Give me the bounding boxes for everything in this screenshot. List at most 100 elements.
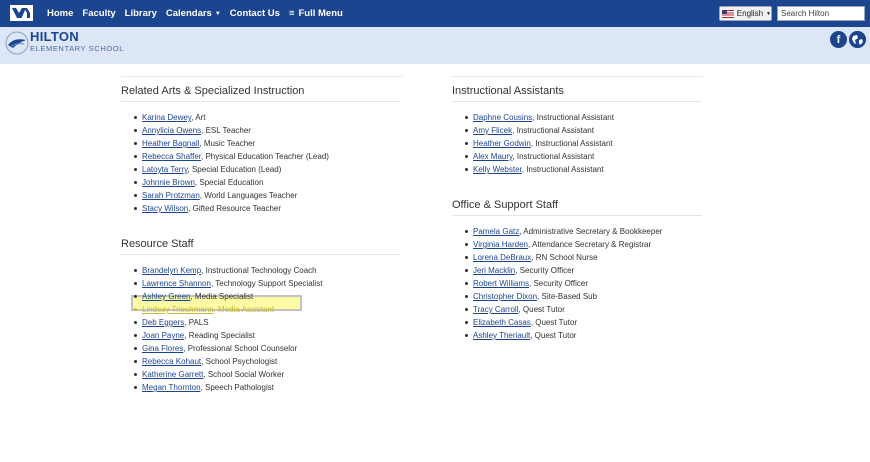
staff-list-item: Ashley Green, Media Specialist xyxy=(134,290,401,303)
nav-full-menu[interactable]: ≡ Full Menu xyxy=(289,8,343,19)
staff-role: , Administrative Secretary & Bookkeeper xyxy=(519,227,663,236)
globe-icon[interactable] xyxy=(849,31,866,48)
staff-name-link[interactable]: Heather Bagnall xyxy=(142,139,199,148)
staff-name-link[interactable]: Heather Godwin xyxy=(473,139,531,148)
staff-list-item: Tracy Carroll, Quest Tutor xyxy=(465,303,702,316)
staff-name-link[interactable]: Sarah Protzman xyxy=(142,191,200,200)
staff-role: , Special Education xyxy=(194,178,264,187)
left-column: Related Arts & Specialized Instruction K… xyxy=(121,76,401,394)
staff-role: , Security Officer xyxy=(529,279,588,288)
staff-role: , Security Officer xyxy=(515,266,575,275)
right-column: Instructional Assistants Daphne Cousins,… xyxy=(452,76,702,342)
nav-home-label: Home xyxy=(47,8,74,19)
staff-list-item: Kelly Webster, Instructional Assistant xyxy=(465,163,702,176)
nav-faculty[interactable]: Faculty xyxy=(82,8,115,19)
staff-name-link[interactable]: Amy Flicek xyxy=(473,126,512,135)
staff-list-item: Rebecca Shaffer, Physical Education Teac… xyxy=(134,150,401,163)
nav-calendars[interactable]: Calendars ▼ xyxy=(166,8,221,19)
school-name[interactable]: HILTON ELEMENTARY SCHOOL xyxy=(30,30,124,54)
staff-list-item: Gina Flores, Professional School Counsel… xyxy=(134,342,401,355)
staff-name-link[interactable]: Virginia Harden xyxy=(473,240,528,249)
staff-list-item: Daphne Cousins, Instructional Assistant xyxy=(465,111,702,124)
staff-list-item: Sarah Protzman, World Languages Teacher xyxy=(134,189,401,202)
staff-name-link[interactable]: Brandelyn Kemp xyxy=(142,266,201,275)
staff-name-link[interactable]: Joan Payne xyxy=(142,331,184,340)
staff-name-link[interactable]: Alex Maury xyxy=(473,152,512,161)
staff-name-link[interactable]: Kelly Webster xyxy=(473,165,522,174)
staff-role: , Music Teacher xyxy=(199,139,256,148)
staff-list-item: Annylicia Owens, ESL Teacher xyxy=(134,124,401,137)
staff-name-link[interactable]: Ashley Theriault xyxy=(473,331,530,340)
staff-role: , Media Assistant xyxy=(213,305,275,314)
caret-down-icon: ▼ xyxy=(766,10,771,17)
staff-name-link[interactable]: Megan Thornton xyxy=(142,383,201,392)
staff-name-link[interactable]: Tracy Carroll xyxy=(473,305,518,314)
nav-library[interactable]: Library xyxy=(125,8,157,19)
staff-name-link[interactable]: Elizabeth Casas xyxy=(473,318,531,327)
staff-name-link[interactable]: Pamela Gatz xyxy=(473,227,519,236)
staff-role: , Reading Specialist xyxy=(184,331,255,340)
staff-role: , Gifted Resource Teacher xyxy=(188,204,282,213)
staff-role: , Special Education (Lead) xyxy=(187,165,282,174)
staff-name-link[interactable]: Rebecca Shaffer xyxy=(142,152,201,161)
staff-list-item: Deb Eggers, PALS xyxy=(134,316,401,329)
section-title-related-arts: Related Arts & Specialized Instruction xyxy=(121,81,401,102)
staff-list-item: Katherine Garrett, School Social Worker xyxy=(134,368,401,381)
school-name-small: ELEMENTARY SCHOOL xyxy=(30,44,124,53)
language-label: English xyxy=(736,9,764,18)
staff-list-instructional-assistants: Daphne Cousins, Instructional Assistant A… xyxy=(465,111,702,176)
staff-name-link[interactable]: Rebecca Kohaut xyxy=(142,357,201,366)
language-select[interactable]: English ▼ xyxy=(719,6,772,21)
staff-name-link[interactable]: Stacy Wilson xyxy=(142,204,188,213)
staff-list-item: Alex Maury, Instructional Assistant xyxy=(465,150,702,163)
staff-list-item: Lawrence Shannon, Technology Support Spe… xyxy=(134,277,401,290)
staff-list-item: Megan Thornton, Speech Pathologist xyxy=(134,381,401,394)
staff-name-link[interactable]: Deb Eggers xyxy=(142,318,184,327)
staff-role: , Physical Education Teacher (Lead) xyxy=(201,152,329,161)
district-logo-icon[interactable] xyxy=(10,5,33,21)
staff-list-item: Jeri Macklin, Security Officer xyxy=(465,264,702,277)
nav-library-label: Library xyxy=(124,8,157,19)
nav-contact-us[interactable]: Contact Us xyxy=(230,8,280,19)
staff-name-link[interactable]: Karina Dewey xyxy=(142,113,191,122)
staff-role: , Instructional Technology Coach xyxy=(201,266,317,275)
staff-role: , Speech Pathologist xyxy=(200,383,274,392)
school-logo-icon[interactable] xyxy=(5,31,29,55)
nav-full-menu-label: Full Menu xyxy=(298,8,343,19)
staff-name-link[interactable]: Annylicia Owens xyxy=(142,126,201,135)
staff-name-link[interactable]: Lindsay Trieshmann xyxy=(142,305,214,314)
facebook-icon[interactable]: f xyxy=(830,31,847,48)
staff-list-office-support: Pamela Gatz, Administrative Secretary & … xyxy=(465,225,702,342)
staff-name-link[interactable]: Robert Williams xyxy=(473,279,529,288)
staff-list-item: Lindsay Trieshmann, Media Assistant xyxy=(134,303,401,316)
staff-list-item: Robert Williams, Security Officer xyxy=(465,277,702,290)
staff-name-link[interactable]: Christopher Dixon xyxy=(473,292,537,301)
staff-list-item: Lorena DeBraux, RN School Nurse xyxy=(465,251,702,264)
section-title-instructional-assistants: Instructional Assistants xyxy=(452,81,702,102)
staff-role: , Media Specialist xyxy=(190,292,254,301)
staff-list-related-arts: Karina Dewey, Art Annylicia Owens, ESL Te… xyxy=(134,111,401,215)
staff-role: , Instructional Assistant xyxy=(512,152,595,161)
staff-role: , Site-Based Sub xyxy=(537,292,598,301)
staff-name-link[interactable]: Daphne Cousins xyxy=(473,113,532,122)
staff-role: , Quest Tutor xyxy=(530,331,577,340)
staff-role: , Instructional Assistant xyxy=(521,165,604,174)
staff-name-link[interactable]: Katherine Garrett xyxy=(142,370,203,379)
nav-home[interactable]: Home xyxy=(47,8,73,19)
staff-name-link[interactable]: Latoyta Terry xyxy=(142,165,188,174)
staff-role: , Art xyxy=(191,113,206,122)
search-input[interactable] xyxy=(777,6,865,21)
staff-list-item: Christopher Dixon, Site-Based Sub xyxy=(465,290,702,303)
menu-icon: ≡ xyxy=(288,8,295,19)
staff-name-link[interactable]: Gina Flores xyxy=(142,344,183,353)
staff-name-link[interactable]: Ashley Green xyxy=(142,292,190,301)
staff-role: , ESL Teacher xyxy=(201,126,251,135)
staff-name-link[interactable]: Lawrence Shannon xyxy=(142,279,211,288)
staff-role: , Technology Support Specialist xyxy=(210,279,323,288)
staff-name-link[interactable]: Jeri Macklin xyxy=(473,266,515,275)
staff-list-item: Heather Godwin, Instructional Assistant xyxy=(465,137,702,150)
staff-role: , RN School Nurse xyxy=(531,253,598,262)
staff-name-link[interactable]: Lorena DeBraux xyxy=(473,253,531,262)
staff-name-link[interactable]: Johnnie Brown xyxy=(142,178,195,187)
staff-role: , Quest Tutor xyxy=(530,318,578,327)
